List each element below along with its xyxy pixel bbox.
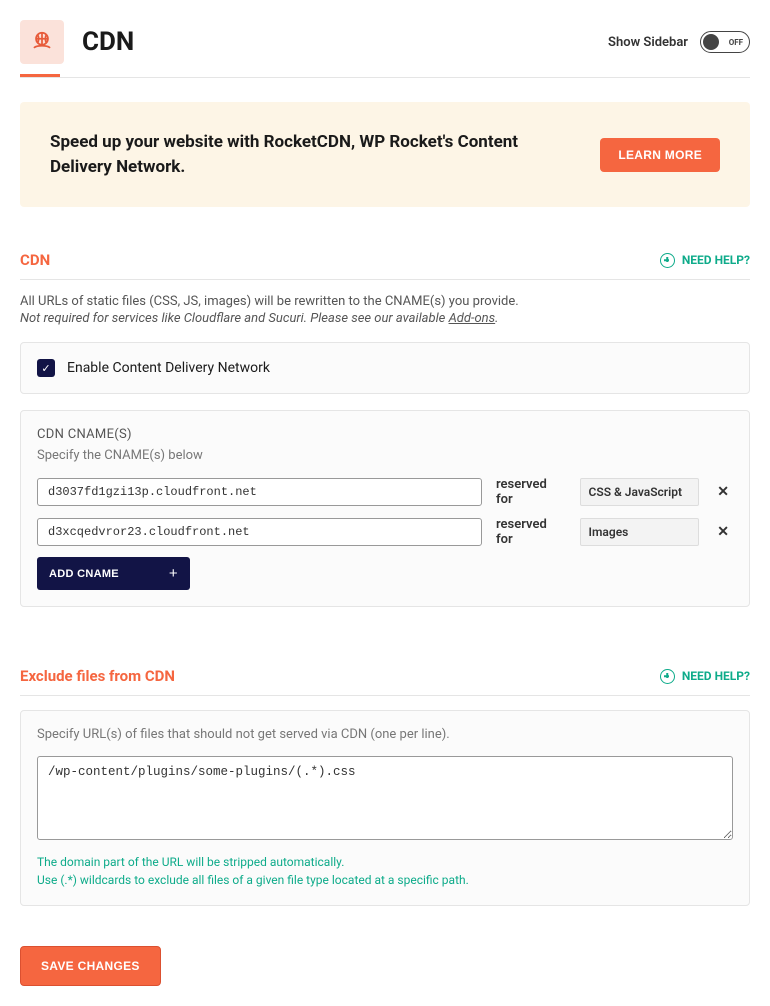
add-cname-label: ADD CNAME bbox=[49, 568, 119, 580]
exclude-section-header: Exclude files from CDN NEED HELP? bbox=[20, 667, 750, 696]
enable-cdn-panel: ✓ Enable Content Delivery Network bbox=[20, 342, 750, 394]
exclude-textarea[interactable] bbox=[37, 756, 733, 840]
help-label: NEED HELP? bbox=[682, 669, 750, 683]
cdn-icon bbox=[20, 20, 64, 64]
exclude-help-link[interactable]: NEED HELP? bbox=[660, 669, 750, 684]
lifebuoy-icon bbox=[660, 669, 675, 684]
enable-cdn-label: Enable Content Delivery Network bbox=[67, 360, 270, 376]
zone-value: CSS & JavaScript bbox=[589, 485, 682, 499]
lifebuoy-icon bbox=[660, 253, 675, 268]
help-label: NEED HELP? bbox=[682, 253, 750, 267]
reserved-for-label: reserved for bbox=[496, 477, 566, 507]
exclude-desc: Specify URL(s) of files that should not … bbox=[37, 727, 733, 742]
cname-input[interactable] bbox=[37, 478, 482, 506]
promo-banner: Speed up your website with RocketCDN, WP… bbox=[20, 102, 750, 207]
cname-row: reserved for CSS & JavaScript ✕ bbox=[37, 477, 733, 507]
cname-input[interactable] bbox=[37, 518, 482, 546]
remove-cname-button[interactable]: ✕ bbox=[713, 524, 733, 540]
enable-cdn-row: ✓ Enable Content Delivery Network bbox=[37, 359, 733, 377]
cnames-title: CDN CNAME(S) bbox=[37, 427, 733, 442]
header-right: Show Sidebar OFF bbox=[608, 31, 750, 53]
note-prefix: Not required for services like Cloudflar… bbox=[20, 311, 449, 326]
cnames-panel: CDN CNAME(S) Specify the CNAME(s) below … bbox=[20, 410, 750, 607]
cdn-help-link[interactable]: NEED HELP? bbox=[660, 253, 750, 268]
promo-text: Speed up your website with RocketCDN, WP… bbox=[50, 130, 576, 179]
cdn-section-desc: All URLs of static files (CSS, JS, image… bbox=[20, 294, 750, 309]
page-title: CDN bbox=[82, 27, 134, 57]
cdn-section-note: Not required for services like Cloudflar… bbox=[20, 311, 750, 326]
header-left: CDN bbox=[20, 20, 134, 64]
cname-row: reserved for Images ✕ bbox=[37, 517, 733, 547]
exclude-section-title: Exclude files from CDN bbox=[20, 667, 175, 685]
zone-select[interactable]: Images bbox=[580, 518, 700, 546]
toggle-state: OFF bbox=[729, 38, 743, 47]
cdn-section-title: CDN bbox=[20, 251, 50, 269]
exclude-hint-1: The domain part of the URL will be strip… bbox=[37, 854, 733, 871]
save-changes-button[interactable]: SAVE CHANGES bbox=[20, 946, 161, 986]
add-cname-button[interactable]: ADD CNAME + bbox=[37, 557, 190, 590]
exclude-hint-2: Use (.*) wildcards to exclude all files … bbox=[37, 872, 733, 889]
remove-cname-button[interactable]: ✕ bbox=[713, 484, 733, 500]
zone-value: Images bbox=[589, 525, 629, 539]
note-suffix: . bbox=[495, 311, 498, 326]
cnames-desc: Specify the CNAME(s) below bbox=[37, 448, 733, 463]
learn-more-button[interactable]: LEARN MORE bbox=[600, 138, 720, 172]
enable-cdn-checkbox[interactable]: ✓ bbox=[37, 359, 55, 377]
cdn-section-header: CDN NEED HELP? bbox=[20, 251, 750, 280]
addons-link[interactable]: Add-ons bbox=[449, 311, 496, 326]
tab-indicator bbox=[20, 76, 750, 78]
reserved-for-label: reserved for bbox=[496, 517, 566, 547]
sidebar-toggle[interactable]: OFF bbox=[700, 31, 750, 53]
page-header: CDN Show Sidebar OFF bbox=[20, 20, 750, 64]
zone-select[interactable]: CSS & JavaScript bbox=[580, 478, 700, 506]
exclude-panel: Specify URL(s) of files that should not … bbox=[20, 710, 750, 906]
show-sidebar-label: Show Sidebar bbox=[608, 35, 688, 50]
plus-icon: + bbox=[169, 565, 178, 582]
